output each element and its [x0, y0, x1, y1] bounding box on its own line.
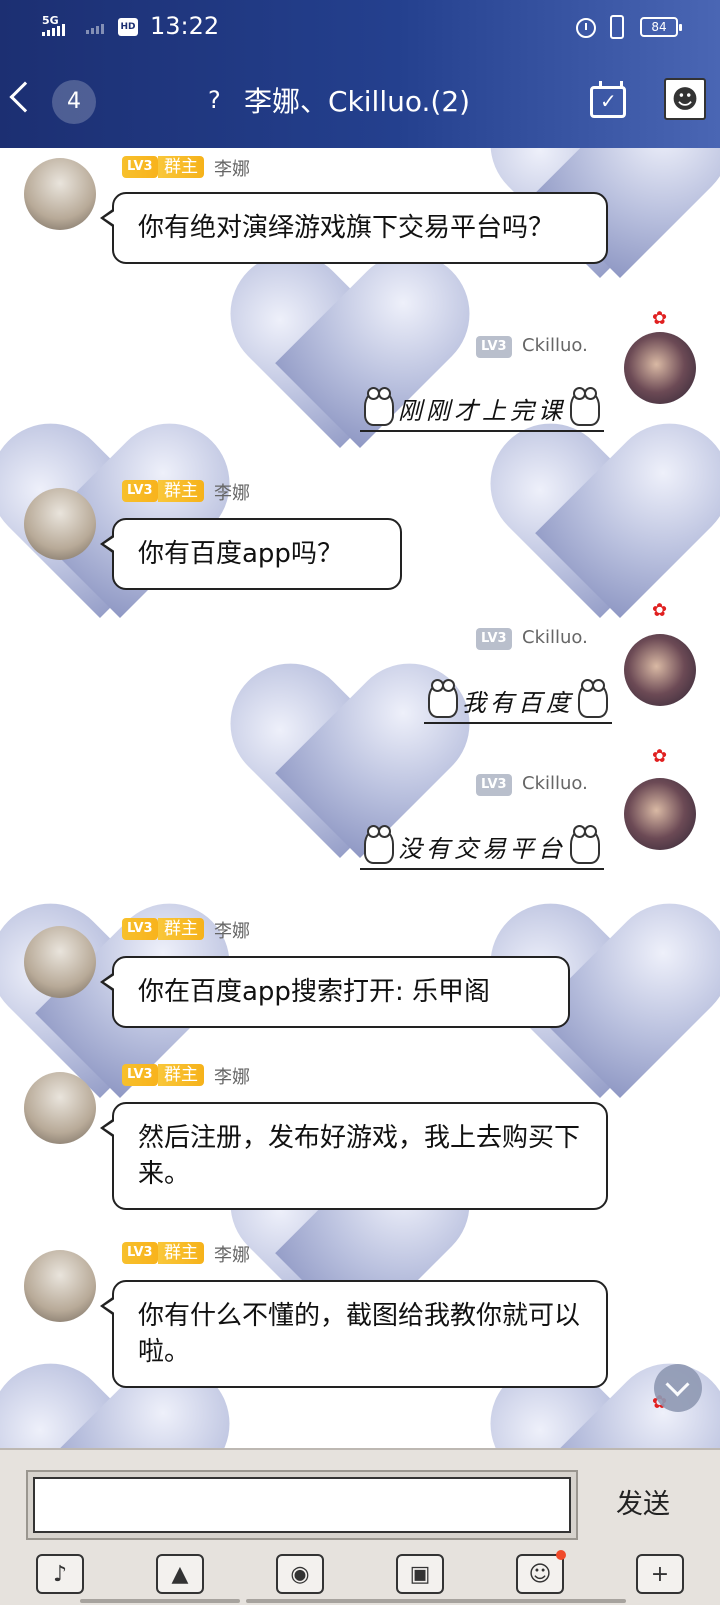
signal-strength-icon	[42, 24, 65, 36]
flower-icon: ✿	[652, 746, 668, 767]
avatar-lina[interactable]	[24, 926, 96, 998]
bear-icon	[364, 387, 394, 426]
message-composer: 发送 ♪ ▲ ◉ ▣ ☺ +	[0, 1448, 720, 1605]
bear-icon	[428, 679, 458, 718]
message-content: 我有百度	[462, 688, 574, 717]
bear-icon	[570, 825, 600, 864]
message-bubble[interactable]: 你有百度app吗？	[100, 518, 402, 590]
bear-icon	[570, 387, 600, 426]
sender-name[interactable]: Ckilluo.	[522, 335, 588, 356]
emoji-icon[interactable]: ☺	[516, 1550, 566, 1594]
chat-header: 4 ? 李娜、Ckilluo.(2) ☻	[0, 56, 720, 148]
avatar-lina[interactable]	[24, 1250, 96, 1322]
message-text[interactable]: 刚刚才上完课	[360, 386, 604, 432]
sender-name[interactable]: 李娜	[214, 155, 250, 181]
level-badge: LV3	[122, 156, 158, 178]
red-packet-icon[interactable]: ▣	[396, 1554, 444, 1594]
image-icon[interactable]: ▲	[156, 1554, 204, 1594]
chat-area[interactable]: LV3 群主 李娜 你有绝对演绎游戏旗下交易平台吗？ ✿ LV3 Ckilluo…	[0, 148, 720, 1448]
message-bubble[interactable]: 你有什么不懂的，截图给我教你就可以啦。	[100, 1280, 608, 1388]
role-badge: 群主	[158, 1242, 204, 1264]
level-badge: LV3	[476, 628, 512, 650]
avatar-ckilluo[interactable]	[624, 332, 696, 404]
status-bar: 5G HD 13:22 84	[0, 0, 720, 56]
message-content: 没有交易平台	[398, 834, 566, 863]
avatar-ckilluo[interactable]	[624, 634, 696, 706]
home-indicator	[246, 1599, 626, 1603]
alarm-icon	[576, 18, 596, 38]
home-indicator	[80, 1599, 240, 1603]
message-bubble[interactable]: 你在百度app搜索打开: 乐甲阁	[100, 956, 570, 1028]
flower-icon: ✿	[652, 308, 668, 329]
signal-strength-2-icon	[86, 24, 104, 34]
input-frame	[26, 1470, 578, 1540]
sender-name[interactable]: 李娜	[214, 1241, 250, 1267]
message-input[interactable]	[33, 1477, 571, 1533]
scroll-to-bottom-button[interactable]	[654, 1364, 702, 1412]
bear-icon	[364, 825, 394, 864]
hd-badge: HD	[118, 18, 138, 36]
battery-icon: 84	[640, 17, 682, 37]
unread-count-badge[interactable]: 4	[52, 80, 96, 124]
sender-name[interactable]: 李娜	[214, 1063, 250, 1089]
calendar-check-icon[interactable]	[590, 81, 626, 118]
message-text[interactable]: 我有百度	[424, 678, 612, 724]
ghost-avatar-icon[interactable]: ☻	[664, 78, 706, 120]
status-time: 13:22	[150, 12, 220, 40]
ear-icon: ?	[208, 86, 221, 114]
level-badge: LV3	[122, 1064, 158, 1086]
send-button[interactable]: 发送	[598, 1480, 688, 1530]
message-bubble[interactable]: 然后注册，发布好游戏，我上去购买下来。	[100, 1102, 608, 1210]
vibrate-icon	[610, 15, 624, 39]
sender-name[interactable]: 李娜	[214, 479, 250, 505]
level-badge: LV3	[476, 774, 512, 796]
role-badge: 群主	[158, 918, 204, 940]
back-icon[interactable]	[9, 81, 41, 113]
camera-icon[interactable]: ◉	[276, 1554, 324, 1594]
top-bar: 5G HD 13:22 84 4 ? 李娜、Ckilluo.(2) ☻	[0, 0, 720, 148]
sender-name[interactable]: Ckilluo.	[522, 627, 588, 648]
level-badge: LV3	[122, 1242, 158, 1264]
chat-title[interactable]: 李娜、Ckilluo.(2)	[244, 80, 470, 120]
role-badge: 群主	[158, 156, 204, 178]
avatar-lina[interactable]	[24, 158, 96, 230]
sender-name[interactable]: 李娜	[214, 917, 250, 943]
flower-icon: ✿	[652, 600, 668, 621]
plus-icon[interactable]: +	[636, 1554, 684, 1594]
sender-name[interactable]: Ckilluo.	[522, 773, 588, 794]
heart-decoration	[500, 428, 720, 628]
avatar-lina[interactable]	[24, 1072, 96, 1144]
level-badge: LV3	[122, 480, 158, 502]
bear-icon	[578, 679, 608, 718]
message-bubble[interactable]: 你有绝对演绎游戏旗下交易平台吗？	[100, 192, 608, 264]
role-badge: 群主	[158, 1064, 204, 1086]
message-text[interactable]: 没有交易平台	[360, 824, 604, 870]
avatar-lina[interactable]	[24, 488, 96, 560]
notification-dot	[556, 1550, 566, 1560]
avatar-ckilluo[interactable]	[624, 778, 696, 850]
level-badge: LV3	[476, 336, 512, 358]
level-badge: LV3	[122, 918, 158, 940]
role-badge: 群主	[158, 480, 204, 502]
message-content: 刚刚才上完课	[398, 396, 566, 425]
voice-icon[interactable]: ♪	[36, 1554, 84, 1594]
